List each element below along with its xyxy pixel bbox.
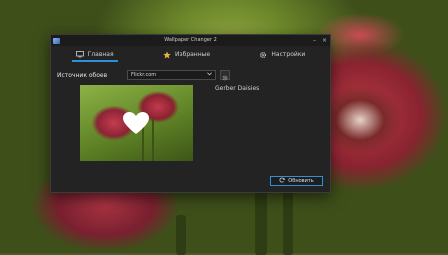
monitor-icon [75,51,84,58]
tab-bar: Главная Избранные Настройки [51,46,330,63]
gear-icon [259,51,267,59]
gear-icon [222,66,228,85]
source-settings-button[interactable] [220,70,230,80]
tab-settings[interactable]: Настройки [247,46,317,63]
minimize-button[interactable]: – [313,35,316,46]
flower-stem [176,215,186,255]
tab-home[interactable]: Главная [64,46,126,63]
source-label: Источник обоев [57,71,108,79]
tab-favorites[interactable]: Избранные [151,46,222,63]
refresh-button[interactable]: Обновить [270,176,323,186]
preview-stem [152,119,154,161]
star-icon [163,50,171,59]
heart-icon[interactable] [123,112,149,139]
chevron-down-icon [207,72,212,78]
wallpaper-preview[interactable] [80,85,193,161]
window-title: Wallpaper Changer 2 [164,37,217,43]
refresh-label: Обновить [288,178,314,184]
close-button[interactable]: × [322,35,327,46]
app-window: Wallpaper Changer 2 – × Главная Избранны… [50,34,331,193]
tab-label: Избранные [174,51,211,58]
tab-label: Настройки [271,51,306,58]
refresh-icon [279,177,286,185]
source-dropdown[interactable]: Flickr.com [127,70,216,80]
tab-label: Главная [87,51,114,58]
title-bar[interactable]: Wallpaper Changer 2 – × [51,35,330,46]
source-row: Источник обоев Flickr.com [57,69,324,81]
flower-stem [255,185,267,255]
source-selected-value: Flickr.com [131,72,157,78]
wallpaper-name: Gerber Daisies [215,85,260,92]
